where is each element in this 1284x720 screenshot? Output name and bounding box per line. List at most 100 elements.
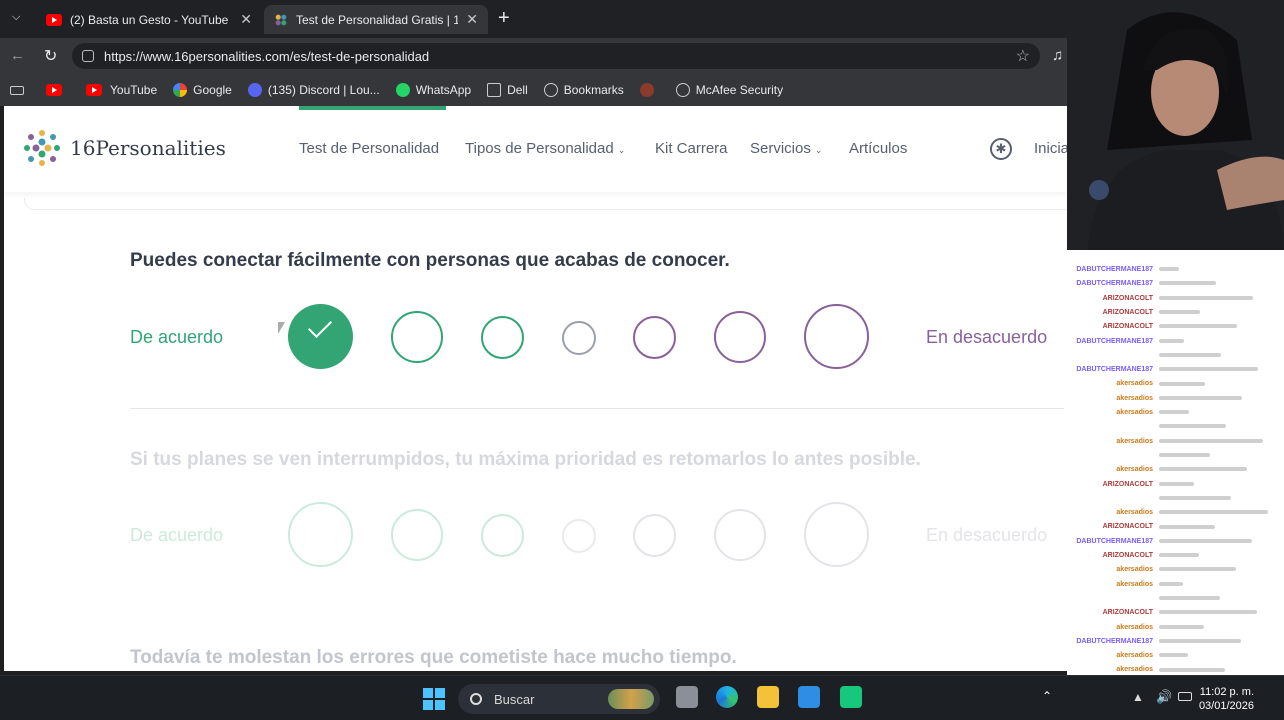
- chat-message-text: [1159, 453, 1210, 458]
- answer-option-agree[interactable]: [391, 509, 443, 561]
- address-bar-row: ← ↻ https://www.16personalities.com/es/t…: [0, 38, 1067, 74]
- bookmark-youtube[interactable]: YouTube: [86, 83, 157, 97]
- youtube-icon: [46, 13, 62, 26]
- chat-username[interactable]: ARIZONACOLT: [1067, 520, 1153, 534]
- nav-test-de-personalidad[interactable]: Test de Personalidad: [299, 140, 439, 157]
- file-explorer-icon[interactable]: [757, 686, 779, 708]
- chat-username[interactable]: DABUTCHERMANE187: [1067, 277, 1153, 291]
- system-clock[interactable]: 11:02 p. m. 03/01/2026: [1199, 685, 1254, 713]
- apps-icon[interactable]: [10, 85, 24, 95]
- answer-option-strong-disagree[interactable]: [804, 502, 869, 567]
- tab-list-chevron-icon[interactable]: ⌵: [12, 11, 20, 24]
- tray-chevron-icon[interactable]: ⌃: [1042, 689, 1052, 703]
- chat-username[interactable]: DABUTCHERMANE187: [1067, 535, 1153, 549]
- chat-message-text: [1159, 667, 1225, 672]
- chat-message-text: [1159, 395, 1242, 400]
- chat-username[interactable]: akersadios: [1067, 392, 1153, 406]
- answer-option-neutral[interactable]: [562, 519, 596, 553]
- chat-message: akersadios: [1067, 563, 1279, 577]
- chat-username[interactable]: ARIZONACOLT: [1067, 478, 1153, 492]
- new-tab-icon[interactable]: +: [498, 7, 510, 30]
- chat-username[interactable]: akersadios: [1067, 578, 1153, 592]
- answer-option-strong-agree[interactable]: [288, 304, 353, 369]
- media-icon[interactable]: ♫: [1052, 47, 1063, 64]
- chevron-down-icon: ⌄: [617, 145, 626, 155]
- chat-username[interactable]: DABUTCHERMANE187: [1067, 263, 1153, 277]
- chat-username[interactable]: akersadios: [1067, 435, 1153, 449]
- whatsapp-icon: [395, 83, 410, 97]
- chat-message: [1067, 592, 1279, 606]
- store-icon[interactable]: [798, 686, 820, 708]
- app-icon[interactable]: [840, 686, 862, 708]
- accessibility-icon[interactable]: ✱: [990, 138, 1012, 160]
- nav-tipos-de-personalidad[interactable]: Tipos de Personalidad ⌄: [465, 140, 625, 157]
- bookmark-youtube-shortcut[interactable]: [46, 84, 70, 96]
- answer-option-strong-agree[interactable]: [288, 502, 353, 567]
- nav-kit-carrera[interactable]: Kit Carrera: [655, 140, 728, 157]
- chat-username[interactable]: DABUTCHERMANE187: [1067, 635, 1153, 649]
- star-icon[interactable]: ☆: [1016, 46, 1030, 66]
- bookmark-extension[interactable]: [639, 83, 660, 97]
- chat-username[interactable]: akersadios: [1067, 663, 1153, 675]
- network-icon[interactable]: ▲: [1132, 690, 1144, 704]
- chat-message-text: [1159, 381, 1205, 386]
- chat-username[interactable]: ARIZONACOLT: [1067, 320, 1153, 334]
- chat-message-text: [1159, 467, 1247, 472]
- volume-icon[interactable]: 🔊: [1156, 689, 1172, 705]
- answer-option-slight-agree[interactable]: [481, 514, 524, 557]
- answer-option-slight-disagree[interactable]: [633, 316, 676, 359]
- site-info-icon[interactable]: [82, 50, 94, 62]
- bookmark-discord[interactable]: (135) Discord | Lou...: [247, 83, 380, 97]
- chat-username[interactable]: ARIZONACOLT: [1067, 606, 1153, 620]
- chat-username[interactable]: ARIZONACOLT: [1067, 306, 1153, 320]
- nav-articulos[interactable]: Artículos: [849, 140, 907, 157]
- nav-login[interactable]: Inicia: [1034, 140, 1067, 157]
- taskbar-search[interactable]: Buscar: [458, 684, 660, 714]
- answer-option-slight-disagree[interactable]: [633, 514, 676, 557]
- bookmark-bookmarks[interactable]: Bookmarks: [543, 83, 624, 97]
- battery-icon[interactable]: [1178, 692, 1192, 701]
- answer-option-slight-agree[interactable]: [481, 316, 524, 359]
- tab-16personalities[interactable]: Test de Personalidad Gratis | 16Per ✕: [264, 5, 488, 34]
- close-icon[interactable]: ✕: [466, 11, 478, 28]
- url-field[interactable]: https://www.16personalities.com/es/test-…: [72, 43, 1040, 69]
- answer-option-disagree[interactable]: [714, 311, 766, 363]
- chat-username[interactable]: akersadios: [1067, 506, 1153, 520]
- windows-start-icon[interactable]: [423, 688, 445, 710]
- reload-icon[interactable]: ↻: [44, 46, 57, 66]
- chat-message-text: [1159, 524, 1215, 529]
- answer-option-strong-disagree[interactable]: [804, 304, 869, 369]
- chat-message: akersadios: [1067, 435, 1279, 449]
- chevron-down-icon: ⌄: [814, 145, 823, 155]
- chat-username[interactable]: ARIZONACOLT: [1067, 292, 1153, 306]
- edge-icon[interactable]: [716, 686, 738, 708]
- chat-message-text: [1159, 352, 1221, 357]
- back-icon[interactable]: ←: [10, 47, 25, 64]
- chat-username[interactable]: DABUTCHERMANE187: [1067, 335, 1153, 349]
- question-text: Puedes conectar fácilmente con personas …: [130, 250, 730, 271]
- chat-username[interactable]: akersadios: [1067, 377, 1153, 391]
- chat-username[interactable]: DABUTCHERMANE187: [1067, 363, 1153, 377]
- bookmark-whatsapp[interactable]: WhatsApp: [395, 83, 471, 97]
- logo-mark-icon: [24, 130, 60, 166]
- bookmark-mcafee[interactable]: McAfee Security: [675, 83, 783, 97]
- chat-username[interactable]: akersadios: [1067, 621, 1153, 635]
- chat-message-text: [1159, 638, 1241, 643]
- chat-username[interactable]: akersadios: [1067, 406, 1153, 420]
- chat-username[interactable]: akersadios: [1067, 649, 1153, 663]
- close-icon[interactable]: ✕: [240, 11, 252, 28]
- bookmark-google[interactable]: Google: [173, 83, 232, 97]
- chat-message-text: [1159, 553, 1199, 558]
- chat-username[interactable]: akersadios: [1067, 563, 1153, 577]
- site-logo[interactable]: 16Personalities: [22, 128, 226, 168]
- task-view-icon[interactable]: [676, 686, 698, 708]
- bookmark-dell[interactable]: Dell: [487, 83, 528, 97]
- chat-message: [1067, 492, 1279, 506]
- chat-username[interactable]: ARIZONACOLT: [1067, 549, 1153, 563]
- nav-servicios[interactable]: Servicios ⌄: [750, 140, 822, 157]
- chat-username[interactable]: akersadios: [1067, 463, 1153, 477]
- answer-option-neutral[interactable]: [562, 321, 596, 355]
- answer-option-agree[interactable]: [391, 311, 443, 363]
- answer-option-disagree[interactable]: [714, 509, 766, 561]
- tab-youtube[interactable]: (2) Basta un Gesto - YouTube ✕: [36, 5, 262, 34]
